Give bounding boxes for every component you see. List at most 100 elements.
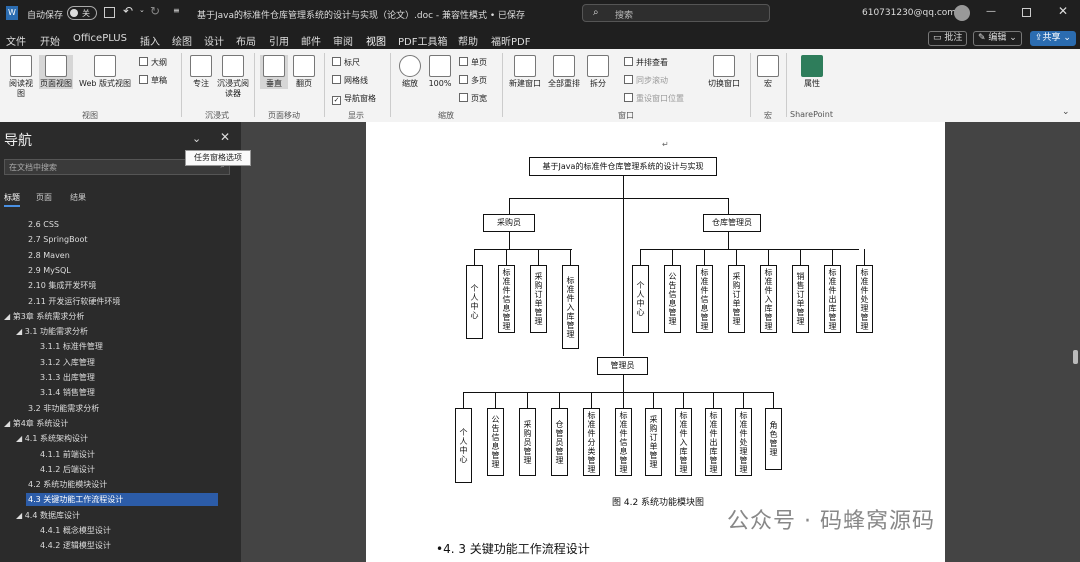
draft-button[interactable]: 草稿 xyxy=(139,75,167,86)
nav-heading-item[interactable]: 2.10 集成开发环境 xyxy=(26,279,96,292)
split-button[interactable]: 拆分 xyxy=(586,55,610,89)
side-by-side-button[interactable]: 并排查看 xyxy=(624,57,668,68)
menu-mailings[interactable]: 邮件 xyxy=(301,33,321,48)
nav-heading-item[interactable]: 3.1.3 出库管理 xyxy=(38,371,95,384)
undo-dropdown-icon[interactable]: ⌄ xyxy=(139,6,145,14)
nav-heading-item[interactable]: 4.2 系统功能模块设计 xyxy=(26,478,107,491)
arrange-all-button[interactable]: 全部重排 xyxy=(546,55,582,89)
menu-layout[interactable]: 布局 xyxy=(236,33,256,48)
figure-caption: 图 4.2 系统功能模块图 xyxy=(612,498,705,508)
immersive-reader-button[interactable]: 沉浸式阅读器 xyxy=(216,55,250,99)
comment-button[interactable]: ▭ 批注 xyxy=(928,31,968,46)
menu-pdf-toolbox[interactable]: PDF工具箱 xyxy=(398,33,447,48)
nav-tab-headings[interactable]: 标题 xyxy=(4,192,20,207)
nav-heading-item[interactable]: 3.1.1 标准件管理 xyxy=(38,340,103,353)
customize-toolbar-icon[interactable]: ≡ xyxy=(173,6,180,15)
minimize-icon[interactable]: — xyxy=(986,6,996,17)
focus-icon xyxy=(190,55,212,77)
connector-line xyxy=(800,249,801,265)
nav-heading-item[interactable]: 4.4.2 逻辑模型设计 xyxy=(38,539,111,552)
account-email[interactable]: 610731230@qq.com xyxy=(862,8,956,18)
ruler-checkbox[interactable]: 标尺 xyxy=(332,57,360,68)
menu-home[interactable]: 开始 xyxy=(40,33,60,48)
nav-heading-item[interactable]: 2.9 MySQL xyxy=(26,264,71,277)
nav-heading-item[interactable]: 3.1.2 入库管理 xyxy=(38,356,95,369)
undo-icon[interactable]: ↶ xyxy=(123,4,133,18)
nav-heading-item[interactable]: 2.6 CSS xyxy=(26,218,59,231)
collapse-ribbon-icon[interactable]: ⌄ xyxy=(1062,107,1070,117)
page-view-button[interactable]: 页面视图 xyxy=(39,55,73,89)
wechat-watermark: 公众号 · 码蜂窝源码 xyxy=(727,509,935,534)
autosave-toggle[interactable]: 关 xyxy=(67,6,97,20)
switch-window-button[interactable]: 切换窗口 xyxy=(704,55,744,89)
search-box[interactable]: ⌕ 搜索 xyxy=(582,4,770,22)
avatar-icon[interactable] xyxy=(954,5,970,21)
group-window-label: 窗口 xyxy=(618,111,634,120)
nav-pane-checkbox[interactable]: ✓ 导航窗格 xyxy=(332,93,376,105)
module-box: 采购订单管理 xyxy=(530,265,547,333)
gridlines-checkbox[interactable]: 网格线 xyxy=(332,75,368,86)
reset-window-button[interactable]: 重设窗口位置 xyxy=(624,93,684,104)
reader-icon xyxy=(222,55,244,77)
menu-review[interactable]: 审阅 xyxy=(333,33,353,48)
menu-design[interactable]: 设计 xyxy=(204,33,224,48)
web-view-button[interactable]: Web 版式视图 xyxy=(76,55,134,89)
nav-heading-item[interactable]: ◢ 4.4 数据库设计 xyxy=(14,509,80,522)
share-button[interactable]: ⇪共享 ⌄ xyxy=(1030,31,1076,46)
read-view-button[interactable]: 阅读视图 xyxy=(6,55,36,99)
nav-heading-item[interactable]: 4.1.2 后端设计 xyxy=(38,463,95,476)
nav-heading-item[interactable]: 2.7 SpringBoot xyxy=(26,233,88,246)
save-icon[interactable] xyxy=(104,7,115,18)
menu-references[interactable]: 引用 xyxy=(269,33,289,48)
properties-button[interactable]: 属性 xyxy=(798,55,826,89)
zoom-button[interactable]: 缩放 xyxy=(397,55,423,89)
multi-page-button[interactable]: 多页 xyxy=(459,75,487,86)
menu-bar: 文件 开始 OfficePLUS 插入 绘图 设计 布局 引用 邮件 审阅 视图… xyxy=(0,27,1080,52)
nav-close-icon[interactable]: ✕ xyxy=(220,130,230,144)
macros-button[interactable]: 宏 xyxy=(756,55,780,89)
vertical-button[interactable]: 垂直 xyxy=(260,55,288,89)
connector-line xyxy=(463,392,464,408)
nav-options-icon[interactable]: ⌄ xyxy=(192,132,201,145)
connector-line xyxy=(495,392,496,408)
hundred-icon xyxy=(429,55,451,77)
edit-mode-button[interactable]: ✎ 编辑 ⌄ xyxy=(973,31,1022,46)
nav-heading-item[interactable]: 4.1.1 前端设计 xyxy=(38,448,95,461)
page-width-button[interactable]: 页宽 xyxy=(459,93,487,104)
nav-heading-item[interactable]: 4.4.1 概念模型设计 xyxy=(38,524,111,537)
magnifier-icon xyxy=(399,55,421,77)
scrollbar-thumb[interactable] xyxy=(1073,350,1078,364)
menu-draw[interactable]: 绘图 xyxy=(172,33,192,48)
module-box: 采购订单管理 xyxy=(645,408,662,476)
side-to-side-button[interactable]: 翻页 xyxy=(291,55,317,89)
outline-button[interactable]: 大纲 xyxy=(139,57,167,68)
paragraph-mark: ↵ xyxy=(662,140,669,149)
close-icon[interactable]: ✕ xyxy=(1058,4,1068,18)
menu-file[interactable]: 文件 xyxy=(6,33,26,48)
ribbon-separator xyxy=(324,53,325,117)
sync-scroll-button[interactable]: 同步滚动 xyxy=(624,75,668,86)
menu-help[interactable]: 帮助 xyxy=(458,33,478,48)
section-heading: •4. 3 关键功能工作流程设计 xyxy=(436,542,590,556)
one-page-button[interactable]: 单页 xyxy=(459,57,487,68)
module-box: 个人中心 xyxy=(632,265,649,333)
nav-heading-item[interactable]: ◢ 4.1 系统架构设计 xyxy=(14,432,88,445)
nav-heading-item[interactable]: 3.2 非功能需求分析 xyxy=(26,402,99,415)
nav-heading-item[interactable]: ◢ 3.1 功能需求分析 xyxy=(14,325,88,338)
nav-heading-item[interactable]: 2.8 Maven xyxy=(26,249,70,262)
redo-icon[interactable]: ↻ xyxy=(150,4,160,18)
nav-heading-item[interactable]: ◢ 第3章 系统需求分析 xyxy=(2,310,84,323)
new-window-button[interactable]: 新建窗口 xyxy=(508,55,542,89)
menu-foxit-pdf[interactable]: 福昕PDF xyxy=(491,33,530,48)
nav-heading-item[interactable]: 3.1.4 销售管理 xyxy=(38,386,95,399)
menu-officeplus[interactable]: OfficePLUS xyxy=(73,33,127,44)
nav-tab-pages[interactable]: 页面 xyxy=(36,192,52,203)
nav-heading-item[interactable]: 4.3 关键功能工作流程设计 xyxy=(26,493,218,507)
focus-button[interactable]: 专注 xyxy=(188,55,214,89)
zoom-100-button[interactable]: 100% xyxy=(426,55,454,89)
menu-insert[interactable]: 插入 xyxy=(140,33,160,48)
nav-tab-results[interactable]: 结果 xyxy=(70,192,86,203)
restore-icon[interactable] xyxy=(1022,8,1031,17)
nav-heading-item[interactable]: 2.11 开发运行软硬件环境 xyxy=(26,295,120,308)
nav-heading-item[interactable]: ◢ 第4章 系统设计 xyxy=(2,417,68,430)
